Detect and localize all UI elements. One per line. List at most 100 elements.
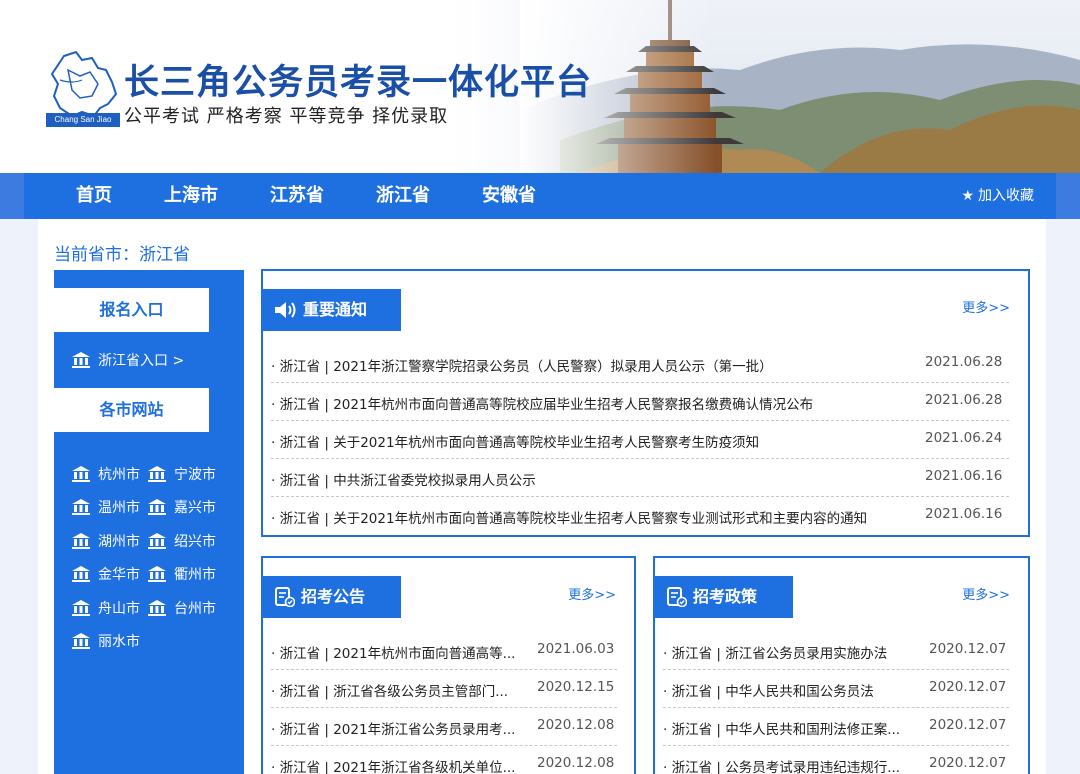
announce-row-date: 2020.12.15 xyxy=(537,679,615,695)
add-favorite-button[interactable]: ★ 加入收藏 xyxy=(961,173,1034,219)
city-label: 温州市 xyxy=(98,500,140,516)
announce-row-date: 2021.06.03 xyxy=(537,641,615,657)
building-icon xyxy=(148,600,166,616)
notice-row[interactable]: · 浙江省 | 关于2021年杭州市面向普通高等院校毕业生招考人民警察考生防疫须… xyxy=(271,421,1009,459)
building-icon xyxy=(72,499,90,515)
announce-more-link[interactable]: 更多>> xyxy=(568,584,616,603)
announce-title: 招考公告 xyxy=(301,587,366,606)
nav-item-anhui[interactable]: 安徽省 xyxy=(482,173,536,219)
announce-row-title: · 浙江省 | 2021年浙江省公务员录用考... xyxy=(271,722,516,738)
announce-header: 招考公告 xyxy=(263,576,401,618)
cities-header: 各市网站 xyxy=(54,388,209,432)
city-link-zhoushan[interactable]: 舟山市 xyxy=(72,598,140,618)
nav-item-zhejiang[interactable]: 浙江省 xyxy=(376,173,430,219)
building-icon xyxy=(72,352,90,368)
building-icon xyxy=(72,600,90,616)
city-link-wenzhou[interactable]: 温州市 xyxy=(72,497,140,517)
policy-header: 招考政策 xyxy=(655,576,793,618)
policy-row[interactable]: · 浙江省 | 中华人民共和国公务员法 2020.12.07 xyxy=(663,670,1009,708)
city-label: 金华市 xyxy=(98,567,140,583)
notice-row-date: 2021.06.28 xyxy=(925,354,1003,370)
policy-row[interactable]: · 浙江省 | 公务员考试录用违纪违规行... 2020.12.07 xyxy=(663,746,1009,774)
announce-row-title: · 浙江省 | 2021年杭州市面向普通高等... xyxy=(271,646,516,662)
city-link-huzhou[interactable]: 湖州市 xyxy=(72,531,140,551)
document-icon xyxy=(667,587,687,607)
announce-row-date: 2020.12.08 xyxy=(537,755,615,771)
notice-row-title: · 浙江省 | 关于2021年杭州市面向普通高等院校毕业生招考人民警察考生防疫须… xyxy=(271,435,760,451)
nav-item-shanghai[interactable]: 上海市 xyxy=(164,173,218,219)
notice-row-date: 2021.06.16 xyxy=(925,506,1003,522)
speaker-icon xyxy=(275,302,296,318)
zhejiang-signup-link[interactable]: 浙江省入口 > xyxy=(72,350,184,370)
policy-row-title: · 浙江省 | 中华人民共和国刑法修正案... xyxy=(663,722,901,738)
policy-row-title: · 浙江省 | 中华人民共和国公务员法 xyxy=(663,684,874,700)
zhejiang-signup-label: 浙江省入口 > xyxy=(98,353,185,369)
notice-row[interactable]: · 浙江省 | 关于2021年杭州市面向普通高等院校毕业生招考人民警察专业测试形… xyxy=(271,497,1009,535)
nav-item-jiangsu[interactable]: 江苏省 xyxy=(270,173,324,219)
building-icon xyxy=(148,499,166,515)
add-favorite-label: 加入收藏 xyxy=(978,188,1034,204)
city-link-hangzhou[interactable]: 杭州市 xyxy=(72,464,140,484)
notice-row-title: · 浙江省 | 2021年杭州市面向普通高等院校应届毕业生招考人民警察报名缴费确… xyxy=(271,397,814,413)
city-label: 湖州市 xyxy=(98,534,140,550)
city-link-jinhua[interactable]: 金华市 xyxy=(72,564,140,584)
policy-row-date: 2020.12.07 xyxy=(929,717,1007,733)
site-title: 长三角公务员考录一体化平台 xyxy=(124,63,593,103)
city-link-quzhou[interactable]: 衢州市 xyxy=(148,564,216,584)
announce-row[interactable]: · 浙江省 | 2021年浙江省各级机关单位... 2020.12.08 xyxy=(271,746,617,774)
city-link-jiaxing[interactable]: 嘉兴市 xyxy=(148,497,216,517)
policy-panel: 招考政策 更多>> · 浙江省 | 浙江省公务员录用实施办法 2020.12.07… xyxy=(653,556,1030,774)
announce-row[interactable]: · 浙江省 | 浙江省各级公务员主管部门... 2020.12.15 xyxy=(271,670,617,708)
city-label: 丽水市 xyxy=(98,634,140,650)
city-label: 杭州市 xyxy=(98,467,140,483)
city-label: 宁波市 xyxy=(174,467,216,483)
notice-row-date: 2021.06.24 xyxy=(925,430,1003,446)
building-icon xyxy=(72,566,90,582)
policy-row-date: 2020.12.07 xyxy=(929,679,1007,695)
announce-row[interactable]: · 浙江省 | 2021年浙江省公务员录用考... 2020.12.08 xyxy=(271,708,617,746)
policy-title: 招考政策 xyxy=(693,587,758,606)
policy-more-link[interactable]: 更多>> xyxy=(962,584,1010,603)
city-link-shaoxing[interactable]: 绍兴市 xyxy=(148,531,216,551)
policy-row-title: · 浙江省 | 公务员考试录用违纪违规行... xyxy=(663,760,901,774)
building-icon xyxy=(148,533,166,549)
current-location: 当前省市：浙江省 xyxy=(54,245,190,265)
sidebar: 报名入口 浙江省入口 > 各市网站 杭州市 宁波市 温州市 嘉兴市 湖州市 绍兴… xyxy=(54,270,244,774)
nav-item-home[interactable]: 首页 xyxy=(76,173,112,219)
announce-row[interactable]: · 浙江省 | 2021年杭州市面向普通高等... 2021.06.03 xyxy=(271,632,617,670)
star-icon: ★ xyxy=(961,188,974,204)
city-label: 绍兴市 xyxy=(174,534,216,550)
notice-row-title: · 浙江省 | 2021年浙江警察学院招录公务员（人民警察）拟录用人员公示（第一… xyxy=(271,359,773,375)
policy-row[interactable]: · 浙江省 | 中华人民共和国刑法修正案... 2020.12.07 xyxy=(663,708,1009,746)
logo-caption: Chang San Jiao xyxy=(46,113,120,127)
policy-row-date: 2020.12.07 xyxy=(929,755,1007,771)
city-label: 衢州市 xyxy=(174,567,216,583)
header-banner: Chang San Jiao 长三角公务员考录一体化平台 公平考试 严格考察 平… xyxy=(0,0,1080,173)
city-label: 嘉兴市 xyxy=(174,500,216,516)
announce-row-title: · 浙江省 | 浙江省各级公务员主管部门... xyxy=(271,684,509,700)
building-icon xyxy=(72,466,90,482)
notice-panel: 重要通知 更多>> · 浙江省 | 2021年浙江警察学院招录公务员（人民警察）… xyxy=(261,269,1030,537)
building-icon xyxy=(148,466,166,482)
notice-row[interactable]: · 浙江省 | 2021年杭州市面向普通高等院校应届毕业生招考人民警察报名缴费确… xyxy=(271,383,1009,421)
policy-row[interactable]: · 浙江省 | 浙江省公务员录用实施办法 2020.12.07 xyxy=(663,632,1009,670)
announce-row-title: · 浙江省 | 2021年浙江省各级机关单位... xyxy=(271,760,516,774)
notice-more-link[interactable]: 更多>> xyxy=(962,297,1010,316)
announce-panel: 招考公告 更多>> · 浙江省 | 2021年杭州市面向普通高等... 2021.… xyxy=(261,556,636,774)
notice-row-title: · 浙江省 | 关于2021年杭州市面向普通高等院校毕业生招考人民警察专业测试形… xyxy=(271,511,868,527)
city-label: 舟山市 xyxy=(98,601,140,617)
policy-row-title: · 浙江省 | 浙江省公务员录用实施办法 xyxy=(663,646,888,662)
city-link-taizhou[interactable]: 台州市 xyxy=(148,598,216,618)
notice-header: 重要通知 xyxy=(263,289,401,331)
city-link-ningbo[interactable]: 宁波市 xyxy=(148,464,216,484)
city-link-lishui[interactable]: 丽水市 xyxy=(72,631,140,651)
announce-row-date: 2020.12.08 xyxy=(537,717,615,733)
site-slogan: 公平考试 严格考察 平等竞争 择优录取 xyxy=(124,106,449,127)
building-icon xyxy=(148,566,166,582)
notice-row-title: · 浙江省 | 中共浙江省委党校拟录用人员公示 xyxy=(271,473,536,489)
notice-row[interactable]: · 浙江省 | 2021年浙江警察学院招录公务员（人民警察）拟录用人员公示（第一… xyxy=(271,345,1009,383)
city-label: 台州市 xyxy=(174,601,216,617)
notice-row-date: 2021.06.28 xyxy=(925,392,1003,408)
notice-row-date: 2021.06.16 xyxy=(925,468,1003,484)
notice-row[interactable]: · 浙江省 | 中共浙江省委党校拟录用人员公示 2021.06.16 xyxy=(271,459,1009,497)
